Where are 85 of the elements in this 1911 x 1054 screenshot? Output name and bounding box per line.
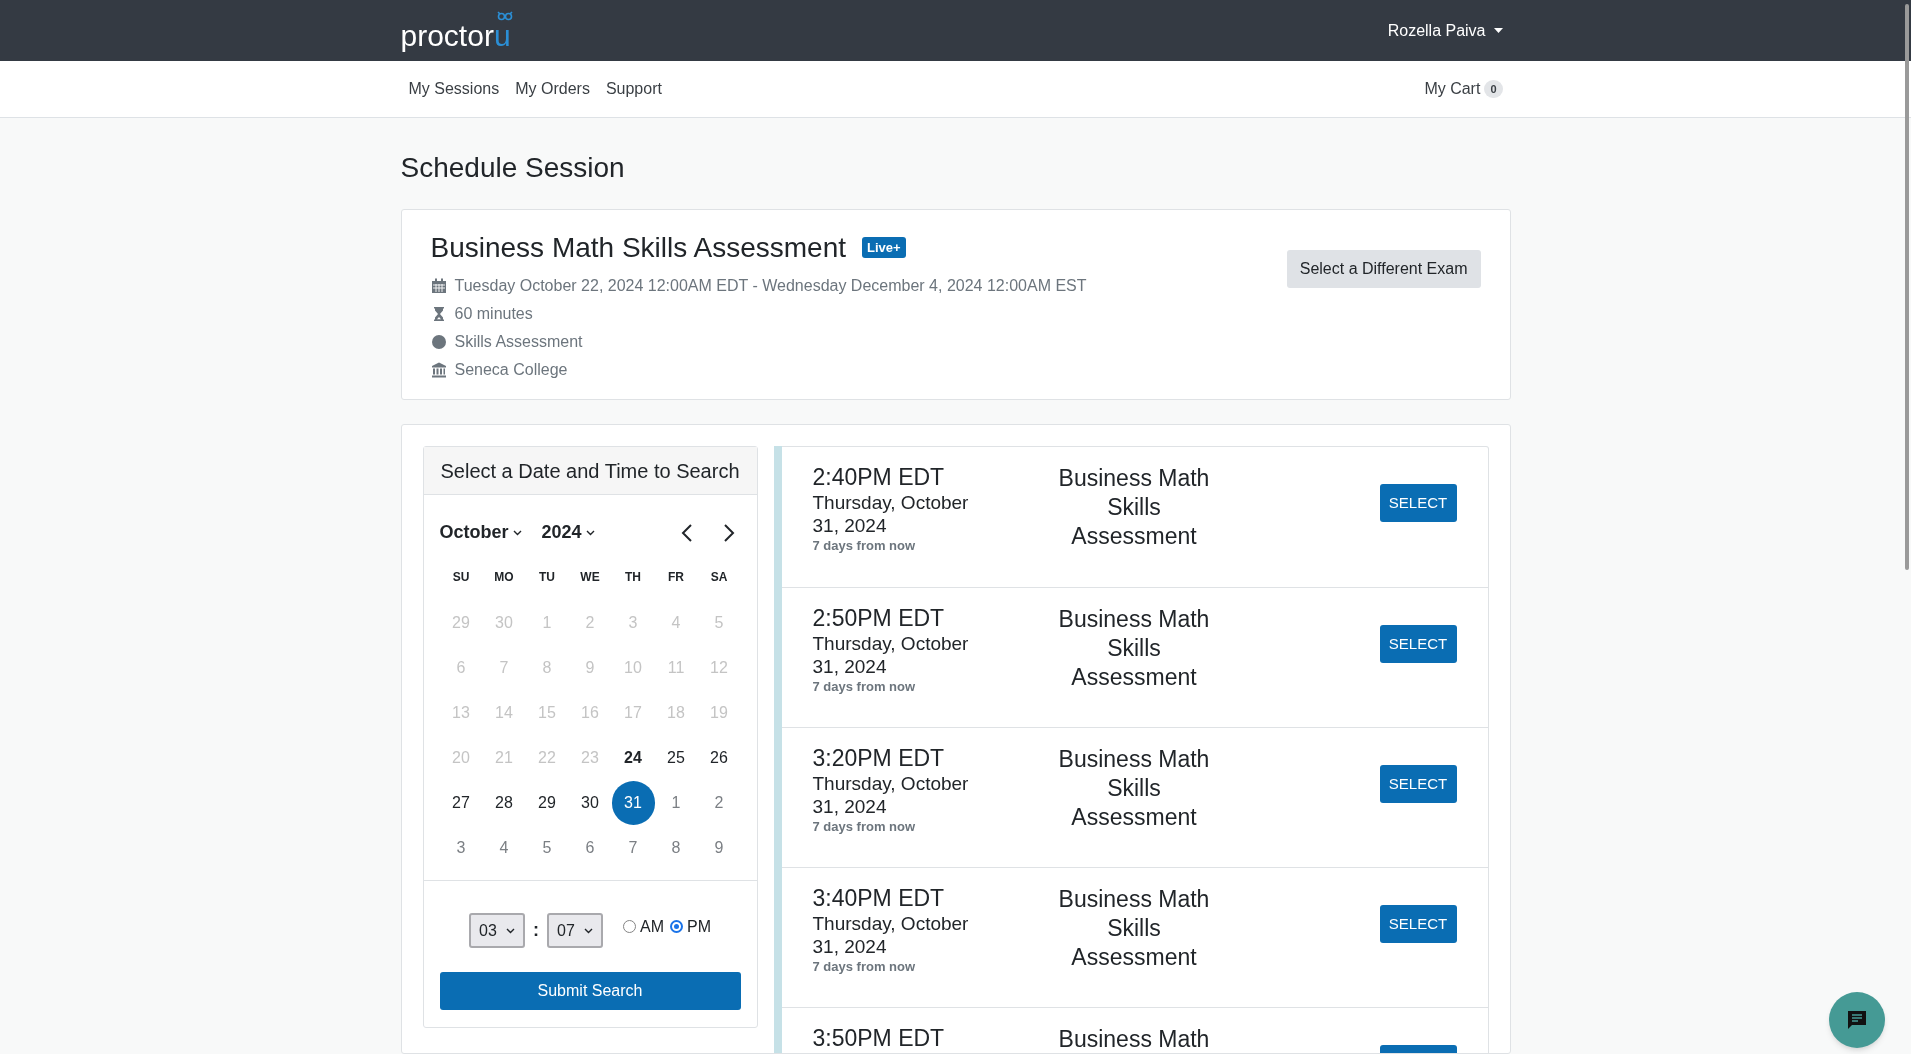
detail-text: Seneca College bbox=[454, 360, 568, 380]
exam-name: Business Math Skills Assessment bbox=[1057, 464, 1211, 551]
calendar-day[interactable]: 9 bbox=[697, 825, 741, 870]
chevron-down-icon bbox=[584, 927, 593, 934]
calendar-day[interactable]: 1 bbox=[654, 780, 698, 825]
weekday-label: SA bbox=[709, 569, 729, 586]
relative-time: 7 days from now bbox=[812, 537, 917, 555]
cart-link[interactable]: My Cart 0 bbox=[1424, 77, 1511, 101]
relative-time: 7 days from now bbox=[812, 958, 917, 976]
session-time: 3:40PM EDT bbox=[812, 884, 946, 912]
session-date: Thursday, October 31, 2024 bbox=[812, 772, 970, 818]
nav-link[interactable]: Support bbox=[605, 77, 662, 101]
relative-time: 7 days from now bbox=[812, 678, 917, 696]
calendar-day[interactable]: 30 bbox=[568, 780, 612, 825]
chevron-down-icon bbox=[506, 927, 515, 934]
exam-name: Business Math Skills Assessment bbox=[1057, 885, 1211, 972]
weekday-label: FR bbox=[667, 569, 685, 586]
exam-name: Business Math Skills Assessment bbox=[1057, 745, 1211, 832]
calendar-day[interactable]: 5 bbox=[525, 825, 569, 870]
calendar-day[interactable]: 2 bbox=[697, 780, 741, 825]
chat-button[interactable] bbox=[1829, 992, 1885, 1048]
calendar-day[interactable]: 25 bbox=[654, 735, 698, 780]
select-button[interactable]: SELECT bbox=[1379, 484, 1457, 522]
calendar-day[interactable]: 4 bbox=[482, 825, 526, 870]
select-button[interactable]: SELECT bbox=[1379, 765, 1457, 803]
bank-icon bbox=[430, 362, 447, 378]
weekday-label: WE bbox=[579, 569, 601, 586]
detail-text: Tuesday October 22, 2024 12:00AM EDT - Wednesday December 4, 2024 12:00AM EST bbox=[454, 276, 1087, 296]
session-time: 2:50PM EDT bbox=[812, 604, 946, 632]
nav-link[interactable]: My Orders bbox=[515, 77, 590, 101]
radio-label: AM bbox=[640, 916, 664, 937]
circle-icon bbox=[430, 334, 447, 350]
exam-title: Business Math Skills Assessment bbox=[430, 231, 846, 265]
hour-dropdown[interactable]: 03 bbox=[469, 913, 525, 948]
radio-button[interactable] bbox=[670, 920, 683, 933]
weekday-label: TU bbox=[538, 569, 556, 586]
caret-icon bbox=[1493, 28, 1503, 33]
logo[interactable]: proctoru bbox=[400, 10, 513, 51]
page-title: Schedule Session bbox=[400, 151, 626, 185]
session-time: 3:50PM EDT bbox=[812, 1024, 946, 1052]
calendar-day[interactable]: 3 bbox=[439, 825, 483, 870]
session-date: Thursday, October 31, 2024 bbox=[812, 491, 970, 537]
calendar-day[interactable]: 31 bbox=[611, 780, 655, 825]
next-month-icon[interactable] bbox=[722, 523, 735, 542]
detail-text: Skills Assessment bbox=[454, 332, 583, 352]
minute-dropdown[interactable]: 07 bbox=[547, 913, 603, 948]
calendar-day[interactable]: 7 bbox=[611, 825, 655, 870]
calendar-day[interactable]: 6 bbox=[568, 825, 612, 870]
chat-icon bbox=[1846, 1009, 1868, 1031]
weekday-label: SU bbox=[451, 569, 471, 586]
select-different-exam-button[interactable]: Select a Different Exam bbox=[1286, 250, 1481, 288]
calendar-day[interactable]: 28 bbox=[482, 780, 526, 825]
nav-link[interactable]: My Sessions bbox=[408, 77, 500, 101]
select-button[interactable]: SELECT bbox=[1379, 905, 1457, 943]
time-separator: : bbox=[533, 919, 539, 942]
detail-text: 60 minutes bbox=[454, 304, 533, 324]
calendar-day[interactable]: 24 bbox=[611, 735, 655, 780]
panel-header: Select a Date and Time to Search bbox=[423, 447, 757, 495]
calendar-day[interactable]: 29 bbox=[525, 780, 569, 825]
month-dropdown[interactable]: October bbox=[439, 519, 522, 546]
weekday-label: MO bbox=[493, 569, 515, 586]
chevron-down-icon bbox=[585, 529, 595, 536]
scrollbar-thumb[interactable] bbox=[1905, 4, 1909, 570]
submit-search-button[interactable]: Submit Search bbox=[439, 972, 741, 1010]
calendar-icon bbox=[430, 278, 447, 294]
radio-label: PM bbox=[687, 916, 711, 937]
session-date: Thursday, October 31, 2024 bbox=[812, 912, 970, 958]
exam-name: Business Math Skills Assessment bbox=[1057, 605, 1211, 692]
session-date: Thursday, October 31, 2024 bbox=[812, 632, 970, 678]
session-time: 3:20PM EDT bbox=[812, 744, 946, 772]
calendar-day[interactable]: 27 bbox=[439, 780, 483, 825]
calendar-day[interactable]: 8 bbox=[654, 825, 698, 870]
user-menu[interactable]: Rozella Paiva bbox=[1387, 18, 1511, 43]
previous-month-icon[interactable] bbox=[680, 523, 693, 542]
year-dropdown[interactable]: 2024 bbox=[541, 519, 595, 546]
calendar-day[interactable]: 26 bbox=[697, 735, 741, 780]
cart-count-badge: 0 bbox=[1484, 79, 1503, 99]
weekday-label: TH bbox=[624, 569, 642, 586]
owl-icon bbox=[496, 10, 513, 21]
relative-time: 7 days from now bbox=[812, 818, 917, 836]
exam-name: Business Math bbox=[1057, 1025, 1211, 1053]
select-button[interactable]: SELECT bbox=[1379, 625, 1457, 663]
live-badge: Live+ bbox=[862, 236, 906, 259]
session-time: 2:40PM EDT bbox=[812, 463, 946, 491]
chevron-down-icon bbox=[512, 529, 522, 536]
